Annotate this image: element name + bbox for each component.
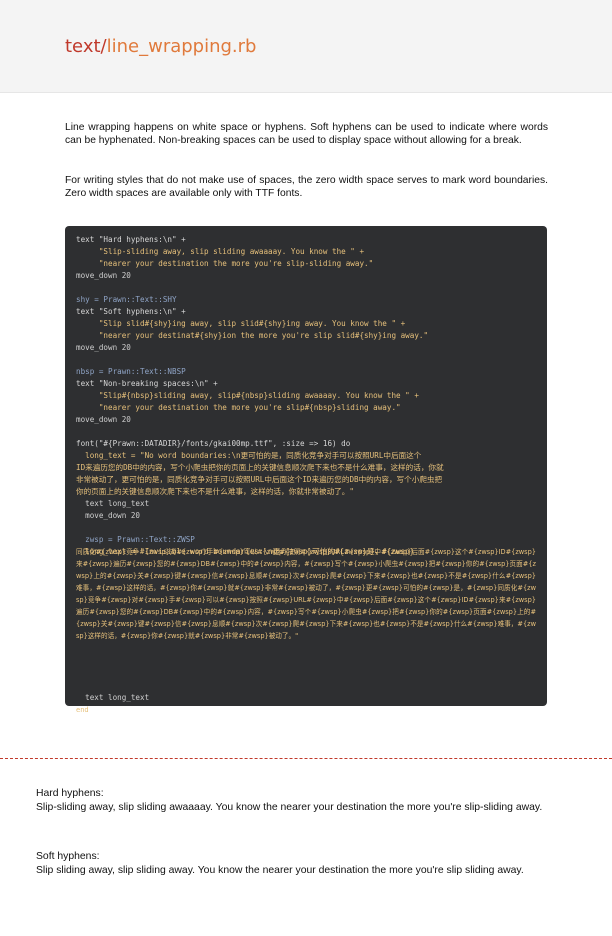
code-line: "nearer your destinat#{shy}ion the more … xyxy=(76,331,429,340)
code-line: font("#{Prawn::DATADIR}/fonts/gkai00mp.t… xyxy=(76,439,351,448)
code-line: text "Hard hyphens:\n" + xyxy=(76,235,186,244)
code-line: long_text = "No word boundaries:\n更可怕的是，… xyxy=(76,451,422,460)
code-listing: text "Hard hyphens:\n" + "Slip-sliding a… xyxy=(76,234,444,558)
code-line: move_down 20 xyxy=(76,415,131,424)
output-heading-hard-hyphens: Hard hyphens: xyxy=(36,788,104,799)
code-line: 非常被动了，更可怕的是，同质化竞争对手可以按照URL中后面这个ID来遍历您的DB… xyxy=(76,475,443,484)
page-header: text/line_wrapping.rb xyxy=(0,0,612,93)
output-text-hard-hyphens: Slip-sliding away, slip sliding awaaaay.… xyxy=(36,802,543,813)
code-block: text "Hard hyphens:\n" + "Slip-sliding a… xyxy=(65,226,547,706)
intro-paragraph-2: For writing styles that do not make use … xyxy=(65,175,548,200)
output-divider xyxy=(0,758,612,759)
code-line: text "Non-breaking spaces:\n" + xyxy=(76,379,218,388)
code-zwsp-text: 同质化#{zwsp}竞争#{zwsp}对#{zwsp}手#{zwsp}可以#{z… xyxy=(76,548,536,640)
code-line: "nearer your destination the more you're… xyxy=(76,403,401,412)
code-line: "Slip-sliding away, slip sliding awaaaay… xyxy=(76,247,365,256)
code-line: "Slip slid#{shy}ing away, slip slid#{shy… xyxy=(76,319,406,328)
code-line: zwsp = Prawn::Text::ZWSP xyxy=(76,535,195,544)
code-line: ID来遍历您的DB中的内容，写个小爬虫把你的页面上的关键信息顺次爬下来也不是什么… xyxy=(76,463,444,472)
code-line: "nearer your destination the more you're… xyxy=(76,259,374,268)
code-line: "Slip#{nbsp}sliding away, slip#{nbsp}sli… xyxy=(76,391,419,400)
code-line: text "Soft hyphens:\n" + xyxy=(76,307,186,316)
code-line: 你的页面上的关键信息顺次爬下来也不是什么难事，这样的话，你就非常被动了。" xyxy=(76,487,354,496)
code-line: move_down 20 xyxy=(76,511,141,520)
intro-paragraph-1: Line wrapping happens on white space or … xyxy=(65,122,548,147)
code-line: text long_text xyxy=(76,499,150,508)
output-heading-soft-hyphens: Soft hyphens: xyxy=(36,851,100,862)
code-line: shy = Prawn::Text::SHY xyxy=(76,295,177,304)
code-end-keyword: end xyxy=(76,706,89,714)
code-line: nbsp = Prawn::Text::NBSP xyxy=(76,367,186,376)
output-text-soft-hyphens: Slip sliding away, slip sliding away. Yo… xyxy=(36,865,524,876)
file-name: line_wrapping.rb xyxy=(106,36,257,57)
code-line: text long_text xyxy=(76,693,150,702)
code-line: move_down 20 xyxy=(76,271,131,280)
code-line: move_down 20 xyxy=(76,343,131,352)
file-path-title: text/line_wrapping.rb xyxy=(65,36,256,57)
file-dir: text xyxy=(65,36,101,57)
